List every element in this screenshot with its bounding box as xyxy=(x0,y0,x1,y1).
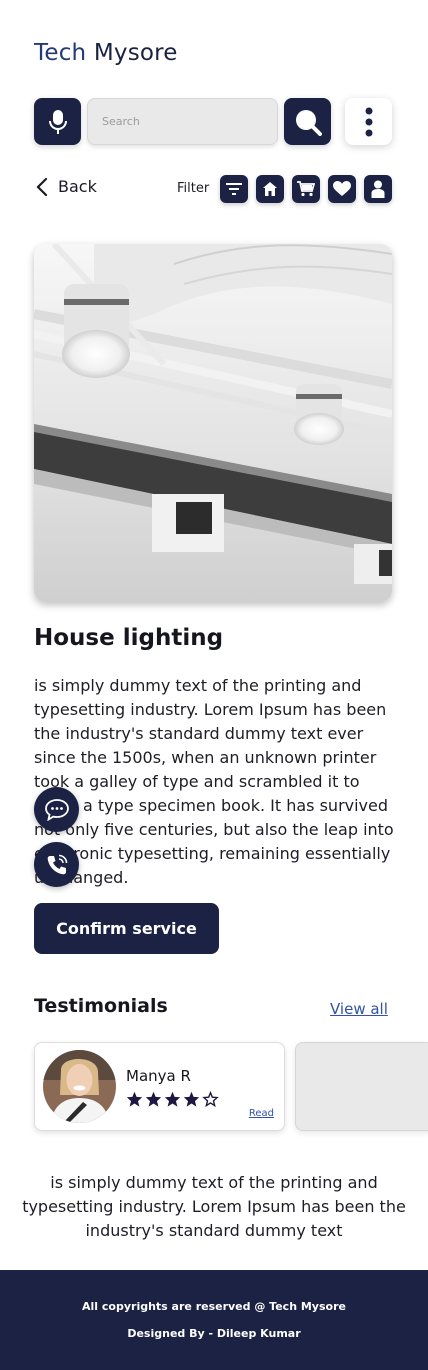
ceiling-lights-photo xyxy=(34,244,392,602)
cart-filter-button[interactable] xyxy=(292,175,320,203)
testimonial-card[interactable]: Manya R Read xyxy=(34,1042,285,1131)
reviewer-photo xyxy=(43,1050,116,1123)
avatar xyxy=(43,1050,116,1123)
more-options-button[interactable] xyxy=(345,98,392,145)
kebab-menu-icon xyxy=(365,107,372,136)
footer-copyright: All copyrights are reserved @ Tech Mysor… xyxy=(82,1300,346,1313)
chat-bubble-icon xyxy=(44,798,69,821)
home-icon xyxy=(263,182,277,196)
back-label: Back xyxy=(58,177,97,196)
view-all-testimonials-link[interactable]: View all xyxy=(330,1000,388,1018)
service-description: is simply dummy text of the printing and… xyxy=(34,676,394,887)
chevron-left-icon xyxy=(36,177,48,196)
filter-icon xyxy=(226,183,242,195)
magnifier-icon xyxy=(295,109,322,136)
brand-part-tech: Tech xyxy=(34,40,87,66)
call-button[interactable] xyxy=(34,842,79,887)
confirm-service-button[interactable]: Confirm service xyxy=(34,903,219,954)
home-filter-button[interactable] xyxy=(256,175,284,203)
footer-designer: Designed By - Dileep Kumar xyxy=(127,1327,301,1340)
user-icon xyxy=(371,180,385,198)
heart-icon xyxy=(333,181,351,196)
star-filled-icon xyxy=(164,1091,181,1107)
chat-button[interactable] xyxy=(34,787,79,832)
testimonial-quote: is simply dummy text of the printing and… xyxy=(22,1173,406,1240)
reviewer-name: Manya R xyxy=(126,1067,191,1085)
microphone-icon xyxy=(48,109,67,134)
filter-button[interactable] xyxy=(220,175,248,203)
brand-part-mysore: Mysore xyxy=(93,40,178,66)
star-filled-icon xyxy=(145,1091,162,1107)
star-filled-icon xyxy=(126,1091,143,1107)
phone-call-icon xyxy=(47,854,67,874)
testimonial-card-placeholder[interactable] xyxy=(295,1042,428,1131)
favorites-filter-button[interactable] xyxy=(328,175,356,203)
voice-search-button[interactable] xyxy=(34,98,81,145)
star-empty-icon xyxy=(202,1091,219,1107)
footer: All copyrights are reserved @ Tech Mysor… xyxy=(0,1270,428,1370)
testimonials-heading: Testimonials xyxy=(34,995,168,1017)
filter-label: Filter xyxy=(177,181,210,196)
search-input[interactable] xyxy=(87,98,278,145)
read-review-link[interactable]: Read xyxy=(249,1108,274,1119)
profile-filter-button[interactable] xyxy=(364,175,392,203)
search-button[interactable] xyxy=(284,98,331,145)
brand-title: Tech Mysore xyxy=(34,40,178,66)
service-image xyxy=(34,244,392,602)
back-button[interactable]: Back xyxy=(36,177,97,196)
service-title: House lighting xyxy=(34,625,224,651)
star-filled-icon xyxy=(183,1091,200,1107)
star-rating xyxy=(126,1091,219,1107)
cart-icon xyxy=(297,181,315,197)
